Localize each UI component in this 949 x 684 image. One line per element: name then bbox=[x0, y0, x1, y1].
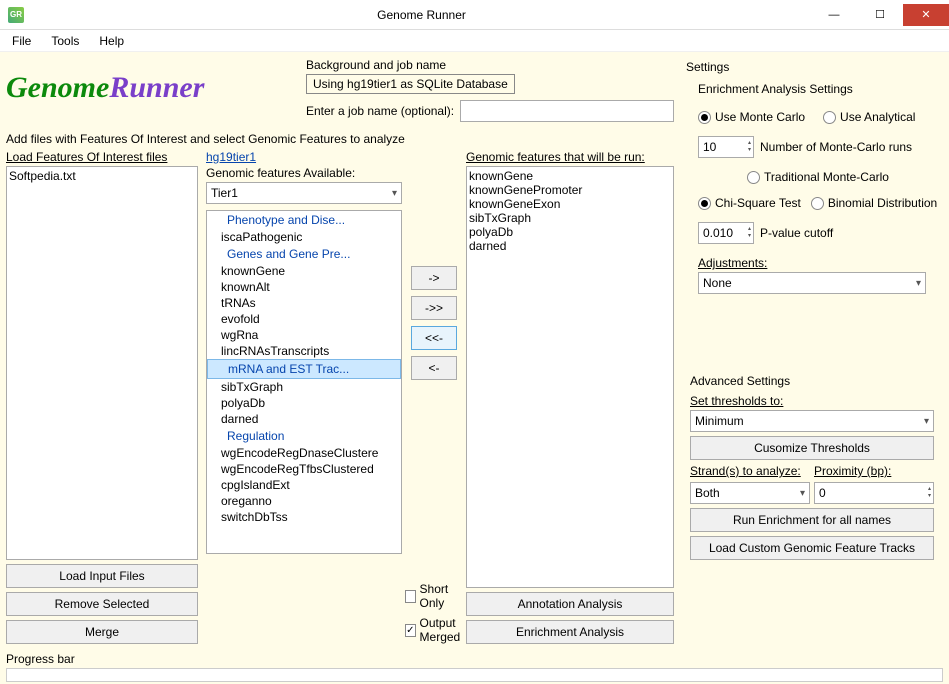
customize-thresholds-button[interactable]: Cusomize Thresholds bbox=[690, 436, 934, 460]
remove-all-button[interactable]: <<- bbox=[411, 326, 457, 350]
logo: GenomeRunner bbox=[2, 54, 298, 122]
thresholds-label: Set thresholds to: bbox=[690, 394, 938, 408]
tree-group[interactable]: Genes and Gene Pre... bbox=[207, 245, 401, 263]
tree-item[interactable]: sibTxGraph bbox=[207, 379, 401, 395]
pvalue-label: P-value cutoff bbox=[760, 226, 833, 240]
menu-tools[interactable]: Tools bbox=[43, 32, 87, 50]
strand-label: Strand(s) to analyze: bbox=[690, 464, 810, 478]
instruction-text: Add files with Features Of Interest and … bbox=[6, 132, 674, 146]
list-item[interactable]: knownGeneExon bbox=[469, 197, 671, 211]
tree-group[interactable]: Regulation bbox=[207, 427, 401, 445]
progress-bar bbox=[6, 668, 943, 682]
merge-button[interactable]: Merge bbox=[6, 620, 198, 644]
tree-item[interactable]: wgRna bbox=[207, 327, 401, 343]
tier-combo[interactable]: Tier1 bbox=[206, 182, 402, 204]
tree-item[interactable]: tRNAs bbox=[207, 295, 401, 311]
tree-group-selected[interactable]: mRNA and EST Trac... bbox=[207, 359, 401, 379]
db-status: Using hg19tier1 as SQLite Database bbox=[306, 74, 515, 94]
pvalue-spinner[interactable]: 0.010 bbox=[698, 222, 754, 244]
tree-group[interactable]: Phenotype and Dise... bbox=[207, 211, 401, 229]
run-label: Genomic features that will be run: bbox=[466, 150, 674, 164]
menu-help[interactable]: Help bbox=[91, 32, 132, 50]
tree-item[interactable]: cpgIslandExt bbox=[207, 477, 401, 493]
monte-carlo-radio[interactable] bbox=[698, 111, 711, 124]
add-button[interactable]: -> bbox=[411, 266, 457, 290]
traditional-mc-radio[interactable] bbox=[747, 171, 760, 184]
annotation-analysis-button[interactable]: Annotation Analysis bbox=[466, 592, 674, 616]
tree-item[interactable]: wgEncodeRegTfbsClustered bbox=[207, 461, 401, 477]
foi-label: Load Features Of Interest files bbox=[6, 150, 198, 164]
output-merged-label: Output Merged bbox=[420, 616, 463, 644]
list-item[interactable]: Softpedia.txt bbox=[9, 169, 195, 183]
advanced-settings-label: Advanced Settings bbox=[690, 374, 938, 388]
num-runs-label: Number of Monte-Carlo runs bbox=[760, 140, 912, 154]
list-item[interactable]: sibTxGraph bbox=[469, 211, 671, 225]
binomial-radio[interactable] bbox=[811, 197, 824, 210]
tree-item[interactable]: oreganno bbox=[207, 493, 401, 509]
remove-button[interactable]: <- bbox=[411, 356, 457, 380]
short-only-label: Short Only bbox=[420, 582, 463, 610]
adjustments-combo[interactable]: None bbox=[698, 272, 926, 294]
list-item[interactable]: knownGenePromoter bbox=[469, 183, 671, 197]
foi-listbox[interactable]: Softpedia.txt bbox=[6, 166, 198, 560]
menubar: File Tools Help bbox=[0, 30, 949, 52]
app-icon: GR bbox=[8, 7, 24, 23]
tree-item[interactable]: iscaPathogenic bbox=[207, 229, 401, 245]
window-title: Genome Runner bbox=[32, 8, 811, 22]
tree-item[interactable]: knownGene bbox=[207, 263, 401, 279]
tree-item[interactable]: evofold bbox=[207, 311, 401, 327]
job-name-label: Enter a job name (optional): bbox=[306, 104, 454, 118]
close-button[interactable]: ✕ bbox=[903, 4, 949, 26]
run-listbox[interactable]: knownGene knownGenePromoter knownGeneExo… bbox=[466, 166, 674, 588]
menu-file[interactable]: File bbox=[4, 32, 39, 50]
add-all-button[interactable]: ->> bbox=[411, 296, 457, 320]
tree-item[interactable]: knownAlt bbox=[207, 279, 401, 295]
titlebar: GR Genome Runner — ☐ ✕ bbox=[0, 0, 949, 30]
list-item[interactable]: darned bbox=[469, 239, 671, 253]
available-label: Genomic features Available: bbox=[206, 166, 402, 180]
adjustments-label: Adjustments: bbox=[698, 256, 938, 270]
tree-item[interactable]: darned bbox=[207, 411, 401, 427]
chi-square-radio[interactable] bbox=[698, 197, 711, 210]
thresholds-combo[interactable]: Minimum bbox=[690, 410, 934, 432]
list-item[interactable]: knownGene bbox=[469, 169, 671, 183]
remove-selected-button[interactable]: Remove Selected bbox=[6, 592, 198, 616]
minimize-button[interactable]: — bbox=[811, 4, 857, 26]
load-input-files-button[interactable]: Load Input Files bbox=[6, 564, 198, 588]
num-runs-spinner[interactable]: 10 bbox=[698, 136, 754, 158]
features-tree[interactable]: Phenotype and Dise... iscaPathogenic Gen… bbox=[206, 210, 402, 554]
run-enrichment-button[interactable]: Run Enrichment for all names bbox=[690, 508, 934, 532]
analytical-radio[interactable] bbox=[823, 111, 836, 124]
tree-item[interactable]: switchDbTss bbox=[207, 509, 401, 525]
tree-item[interactable]: wgEncodeRegDnaseClustere bbox=[207, 445, 401, 461]
progress-label: Progress bar bbox=[6, 652, 943, 666]
job-name-input[interactable] bbox=[460, 100, 674, 122]
enrichment-analysis-button[interactable]: Enrichment Analysis bbox=[466, 620, 674, 644]
output-merged-checkbox[interactable] bbox=[405, 624, 415, 637]
settings-title: Settings bbox=[686, 60, 938, 74]
bg-job-label: Background and job name bbox=[306, 58, 674, 72]
tree-item[interactable]: lincRNAsTranscripts bbox=[207, 343, 401, 359]
short-only-checkbox[interactable] bbox=[405, 590, 415, 603]
tree-item[interactable]: polyaDb bbox=[207, 395, 401, 411]
strand-combo[interactable]: Both bbox=[690, 482, 810, 504]
list-item[interactable]: polyaDb bbox=[469, 225, 671, 239]
load-tracks-button[interactable]: Load Custom Genomic Feature Tracks bbox=[690, 536, 934, 560]
db-link[interactable]: hg19tier1 bbox=[206, 150, 402, 164]
proximity-spinner[interactable]: 0 bbox=[814, 482, 934, 504]
maximize-button[interactable]: ☐ bbox=[857, 4, 903, 26]
enrichment-settings-label: Enrichment Analysis Settings bbox=[698, 82, 938, 96]
proximity-label: Proximity (bp): bbox=[814, 464, 934, 478]
